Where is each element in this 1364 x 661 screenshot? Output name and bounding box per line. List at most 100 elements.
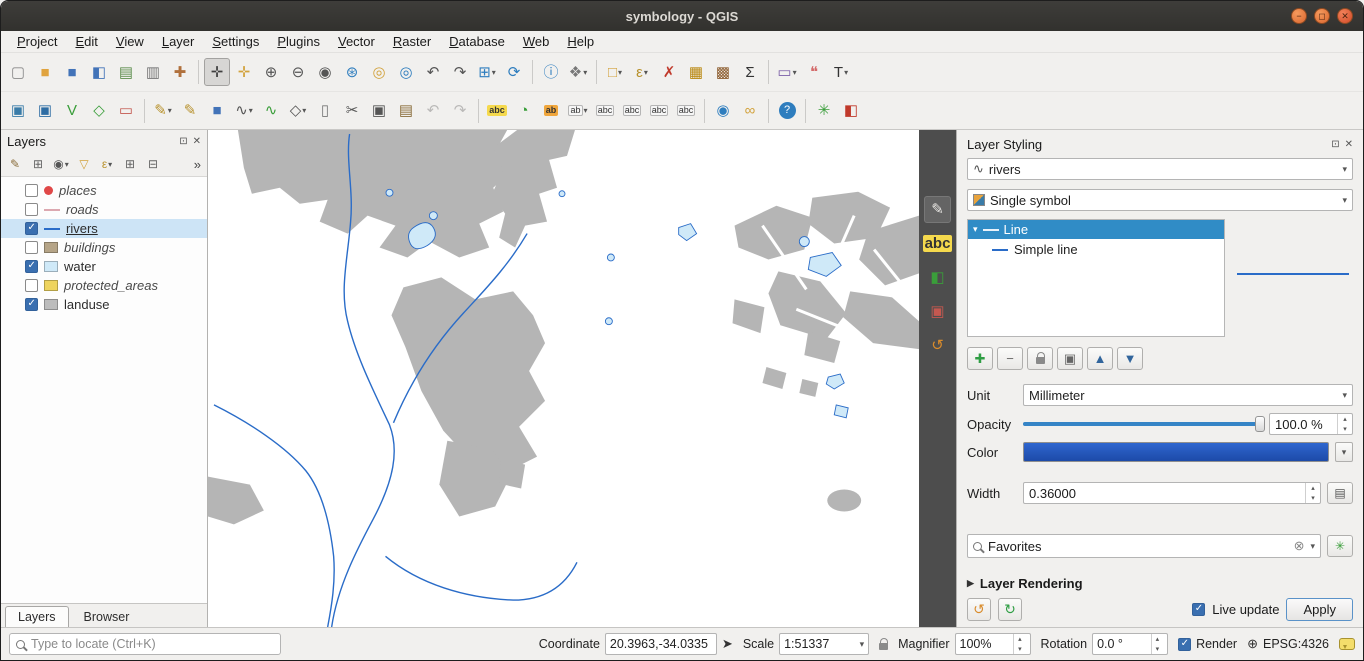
layer-diagram-options-button[interactable]: ◔ [511, 97, 537, 125]
maximize-button[interactable]: ◻ [1314, 8, 1330, 24]
menu-edit[interactable]: Edit [67, 32, 105, 51]
new-virtual-layer-button[interactable]: ▭ [113, 97, 139, 125]
spin-down-button[interactable]: ▾ [1014, 644, 1025, 654]
scale-lock-icon[interactable] [879, 643, 888, 650]
unit-selector[interactable]: Millimeter ▾ [1023, 384, 1353, 406]
run-feature-action-button[interactable]: ❖▾ [565, 58, 591, 86]
menu-web[interactable]: Web [515, 32, 558, 51]
menu-database[interactable]: Database [441, 32, 513, 51]
spin-up-button[interactable]: ▴ [1306, 483, 1320, 493]
coordinate-display-toggle-icon[interactable]: ➤ [722, 636, 733, 652]
remove-symbol-layer-button[interactable]: − [997, 347, 1023, 370]
locator-input[interactable] [31, 637, 274, 651]
current-edits-button[interactable]: ✎▾ [150, 97, 176, 125]
layer-item-protected_areas[interactable]: protected_areas [1, 276, 207, 295]
save-layer-edits-button[interactable]: ■ [204, 97, 230, 125]
style-manager-button[interactable]: ✚ [167, 58, 193, 86]
move-symbol-up-button[interactable]: ▲ [1087, 347, 1113, 370]
collapse-all-button[interactable]: ⊟ [142, 153, 164, 175]
map-canvas[interactable] [208, 130, 919, 627]
new-text-annotation-button[interactable]: T▾ [828, 58, 854, 86]
duplicate-symbol-layer-button[interactable]: ▣ [1057, 347, 1083, 370]
render-checkbox[interactable] [1178, 638, 1191, 651]
spin-up-button[interactable]: ▴ [1014, 634, 1025, 644]
layer-item-water[interactable]: water [1, 257, 207, 276]
spin-up-button[interactable]: ▴ [1152, 634, 1163, 644]
symbol-tree-child-row[interactable]: Simple line [968, 239, 1224, 259]
menu-project[interactable]: Project [9, 32, 65, 51]
color-button[interactable] [1023, 442, 1329, 462]
redo-style-button[interactable]: ↻ [998, 598, 1022, 621]
magnifier-input[interactable] [960, 637, 1014, 651]
show-layout-manager-button[interactable]: ▥ [140, 58, 166, 86]
dock-panel-icon[interactable]: ⊡ [179, 136, 187, 147]
measure-line-button[interactable]: ▭▾ [774, 58, 800, 86]
menu-raster[interactable]: Raster [385, 32, 439, 51]
close-button[interactable]: ✕ [1337, 8, 1353, 24]
statistical-summary-button[interactable]: Σ [737, 58, 763, 86]
expand-all-button[interactable]: ⊞ [119, 153, 141, 175]
pin-labels-button[interactable]: ab▾ [565, 97, 591, 125]
label-toolbar-button[interactable]: ab [538, 97, 564, 125]
layer-visibility-checkbox[interactable] [25, 260, 38, 273]
rotation-input[interactable] [1097, 637, 1151, 651]
filter-legend-button[interactable]: ▽ [73, 153, 95, 175]
project-open-button[interactable]: ■ [32, 58, 58, 86]
spin-down-button[interactable]: ▾ [1152, 644, 1163, 654]
undo-style-button[interactable]: ↺ [967, 598, 991, 621]
lock-symbol-layer-button[interactable] [1027, 347, 1053, 370]
coordinate-box[interactable] [605, 633, 717, 655]
diagrams-tab-button[interactable]: ◧ [924, 264, 951, 291]
layer-labeling-options-button[interactable]: abc [484, 97, 510, 125]
rotate-label-button[interactable]: abc [646, 97, 672, 125]
menu-settings[interactable]: Settings [204, 32, 267, 51]
history-tab-button[interactable]: ↺ [924, 332, 951, 359]
highlight-pinned-labels-button[interactable]: abc [592, 97, 618, 125]
trash-selected-button[interactable]: ▯ [312, 97, 338, 125]
rotation-spinbox[interactable]: ▴ ▾ [1092, 633, 1168, 655]
color-dropdown-button[interactable]: ▾ [1335, 442, 1353, 462]
open-layer-styling-button[interactable]: ✎ [4, 153, 26, 175]
new-map-view-button[interactable]: ⊞▾ [474, 58, 500, 86]
zoom-out-button[interactable]: ⊖ [285, 58, 311, 86]
pan-to-selection-button[interactable]: ✛ [231, 58, 257, 86]
metasearch-button[interactable]: ◉ [710, 97, 736, 125]
layer-selector[interactable]: ∿ rivers ▾ [967, 158, 1353, 180]
scale-combo[interactable]: ▾ [779, 633, 869, 655]
processing-favorites-button[interactable]: ✳ [811, 97, 837, 125]
project-new-button[interactable]: ▢ [5, 58, 31, 86]
layer-item-places[interactable]: places [1, 181, 207, 200]
zoom-last-button[interactable]: ↶ [420, 58, 446, 86]
filter-by-expression-button[interactable]: ε▾ [96, 153, 118, 175]
undo-button[interactable]: ↶ [420, 97, 446, 125]
tab-browser[interactable]: Browser [71, 606, 143, 627]
minimize-button[interactable]: − [1291, 8, 1307, 24]
deselect-features-button[interactable]: ✗ [656, 58, 682, 86]
zoom-native-button[interactable]: ◉ [312, 58, 338, 86]
select-by-expression-button[interactable]: ε▾ [629, 58, 655, 86]
data-defined-override-button[interactable]: ▤ [1327, 482, 1353, 504]
add-line-feature-button[interactable]: ∿ [258, 97, 284, 125]
toolbar-overflow-icon[interactable]: » [194, 157, 204, 172]
crs-group[interactable]: ⊕ EPSG:4326 [1247, 636, 1329, 652]
layer-visibility-checkbox[interactable] [25, 279, 38, 292]
open-attribute-table-button[interactable]: ▦ [683, 58, 709, 86]
refresh-map-button[interactable]: ⟳ [501, 58, 527, 86]
close-panel-icon[interactable]: ✕ [193, 136, 201, 147]
layer-item-rivers[interactable]: rivers [1, 219, 207, 238]
select-features-button[interactable]: □▾ [602, 58, 628, 86]
zoom-full-button[interactable]: ⊛ [339, 58, 365, 86]
spin-down-button[interactable]: ▾ [1338, 424, 1352, 434]
digitize-with-segment-button[interactable]: ∿▾ [231, 97, 257, 125]
python-console-button[interactable]: ∞ [737, 97, 763, 125]
add-group-button[interactable]: ⊞ [27, 153, 49, 175]
field-calculator-button[interactable]: ▩ [710, 58, 736, 86]
coordinate-input[interactable] [610, 637, 712, 651]
copy-features-button[interactable]: ▣ [366, 97, 392, 125]
layer-visibility-checkbox[interactable] [25, 203, 38, 216]
zoom-to-layer-button[interactable]: ◎ [393, 58, 419, 86]
layer-visibility-checkbox[interactable] [25, 298, 38, 311]
menu-vector[interactable]: Vector [330, 32, 383, 51]
width-spinbox[interactable]: 0.36000 ▴ ▾ [1023, 482, 1321, 504]
cut-features-button[interactable]: ✂ [339, 97, 365, 125]
